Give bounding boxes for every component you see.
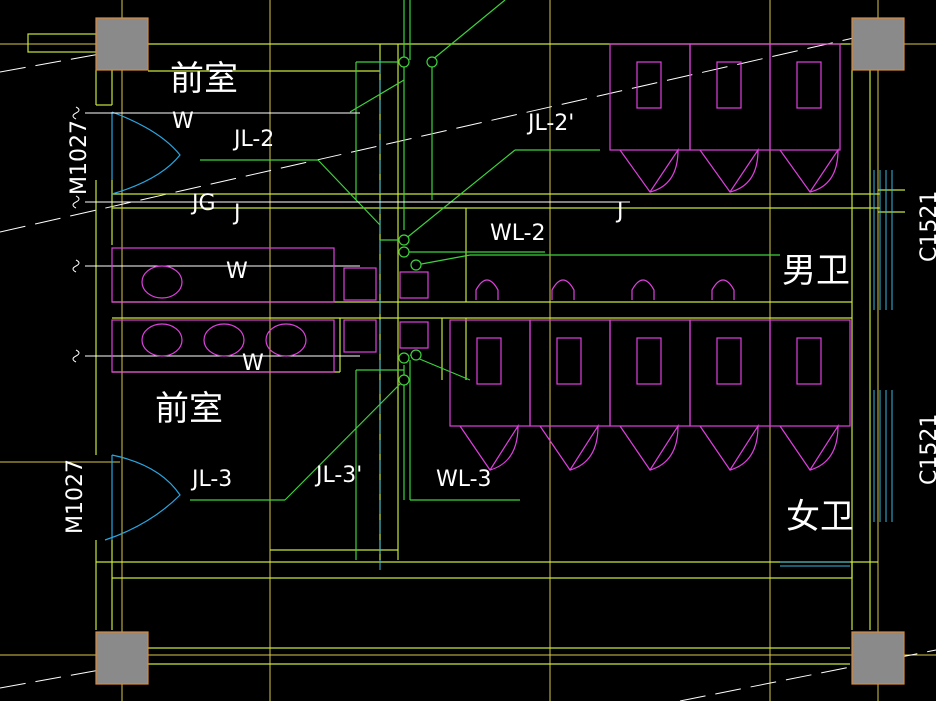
pipe-label-wl2: WL-2: [490, 221, 546, 246]
cad-floor-plan: 前室 前室 男卫 女卫 M1027 M1027 C1521 C1521 JL-2…: [0, 0, 936, 701]
pipe-label-jl3-prime: JL-3': [314, 463, 362, 488]
grid-axes: [0, 0, 936, 701]
pipe-label-j-right: J: [615, 199, 624, 224]
drain-lines: [72, 106, 630, 363]
window-tag-lower: C1521: [917, 414, 936, 485]
room-label-anteroom-top: 前室: [170, 59, 238, 99]
pipe-label-jl2: JL-2: [232, 127, 274, 152]
door-swings: [104, 111, 181, 541]
room-label-womens: 女卫: [786, 497, 854, 537]
door-tag-upper: M1027: [67, 120, 92, 195]
pipe-risers: [398, 56, 438, 386]
drain-label-w-low: W: [242, 351, 264, 376]
pipe-label-wl3: WL-3: [436, 467, 492, 492]
plan-drawing: 前室 前室 男卫 女卫 M1027 M1027 C1521 C1521 JL-2…: [0, 0, 936, 701]
drain-label-w-mid: W: [226, 259, 248, 284]
dashed-reference-lines: [0, 31, 936, 701]
door-tag-lower: M1027: [63, 459, 88, 534]
pipe-label-jg: JG: [190, 191, 216, 216]
room-label-mens: 男卫: [782, 251, 850, 291]
pipe-label-jl2-prime: JL-2': [526, 111, 574, 136]
room-label-anteroom-bottom: 前室: [155, 389, 223, 429]
pipe-label-j-left: J: [232, 201, 241, 226]
window-tag-upper: C1521: [917, 191, 936, 262]
pipe-label-jl3: JL-3: [190, 467, 232, 492]
walls: [27, 33, 905, 665]
drain-label-w-top: W: [172, 109, 194, 134]
